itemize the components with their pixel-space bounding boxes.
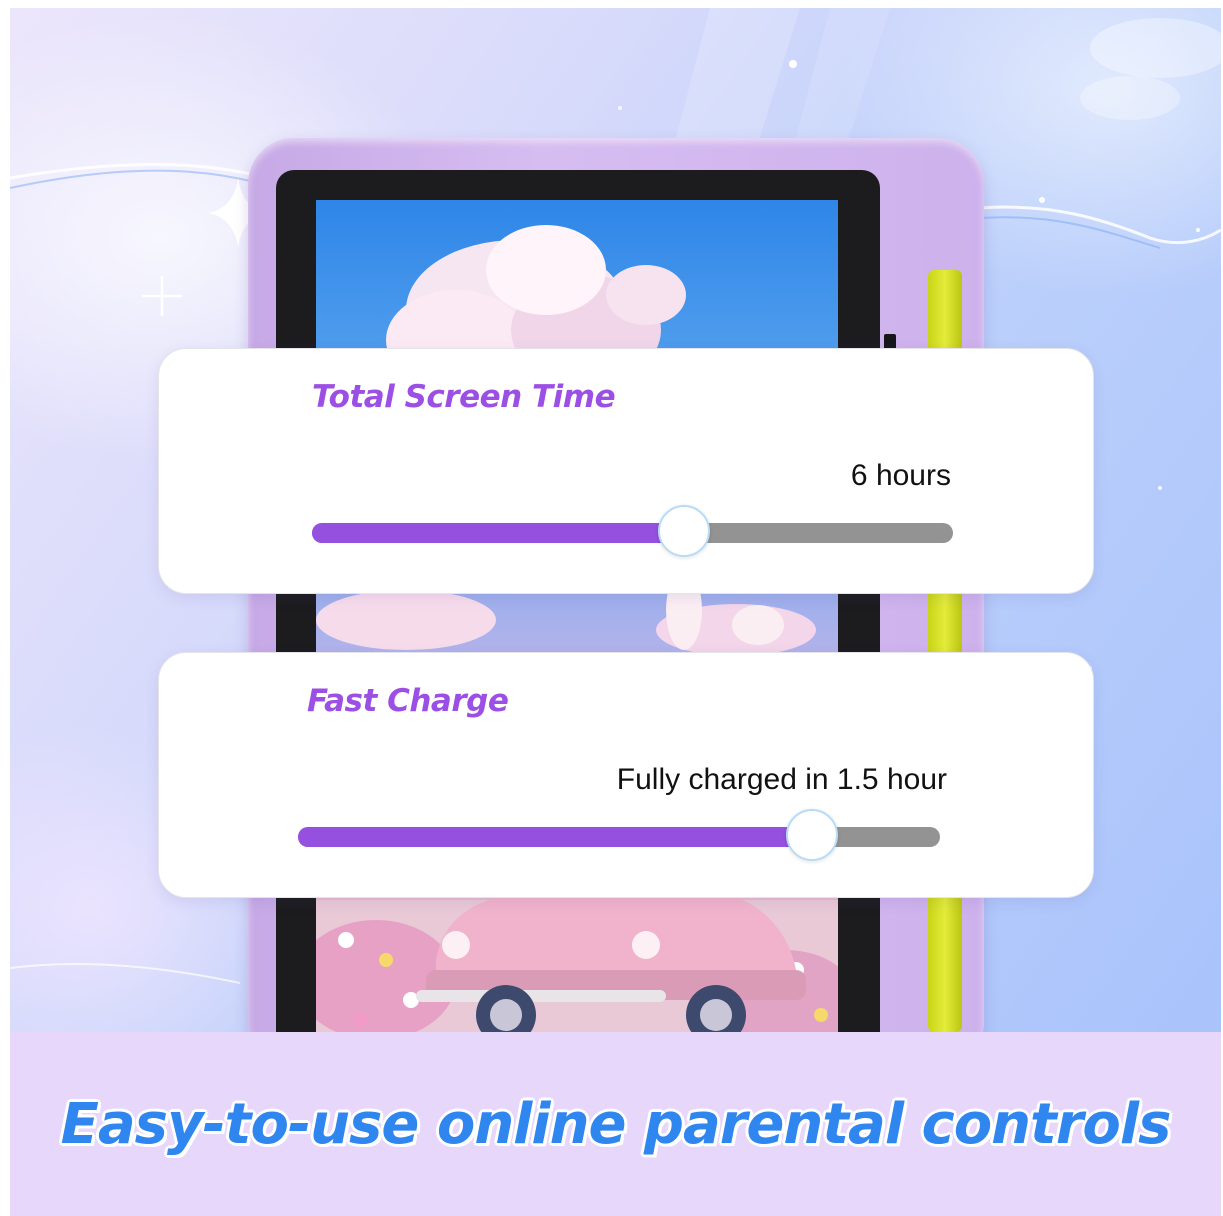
screen-wallpaper xyxy=(316,225,838,1060)
screen-time-slider[interactable] xyxy=(312,505,953,557)
slider-fill xyxy=(312,523,684,543)
tagline: Easy-to-use online parental controls xyxy=(60,1092,1172,1157)
screen-time-value: 6 hours xyxy=(850,459,951,492)
tablet-case xyxy=(248,138,984,1070)
screen-time-title: Total Screen Time xyxy=(312,379,616,415)
tablet-screen xyxy=(316,200,838,1060)
tablet-bezel xyxy=(276,170,880,1070)
plus-star-icon xyxy=(142,276,182,316)
slider-fill xyxy=(298,827,812,847)
fast-charge-title: Fast Charge xyxy=(307,683,509,719)
slider-thumb[interactable] xyxy=(657,505,710,557)
fast-charge-card: Fast Charge Fully charged in 1.5 hour xyxy=(158,652,1094,898)
slider-thumb[interactable] xyxy=(785,809,838,861)
fast-charge-slider[interactable] xyxy=(298,809,940,861)
product-image: Total Screen Time 6 hours Fast Charge Fu… xyxy=(10,8,1221,1216)
fast-charge-value: Fully charged in 1.5 hour xyxy=(616,763,947,796)
screen-time-card: Total Screen Time 6 hours xyxy=(158,348,1094,594)
